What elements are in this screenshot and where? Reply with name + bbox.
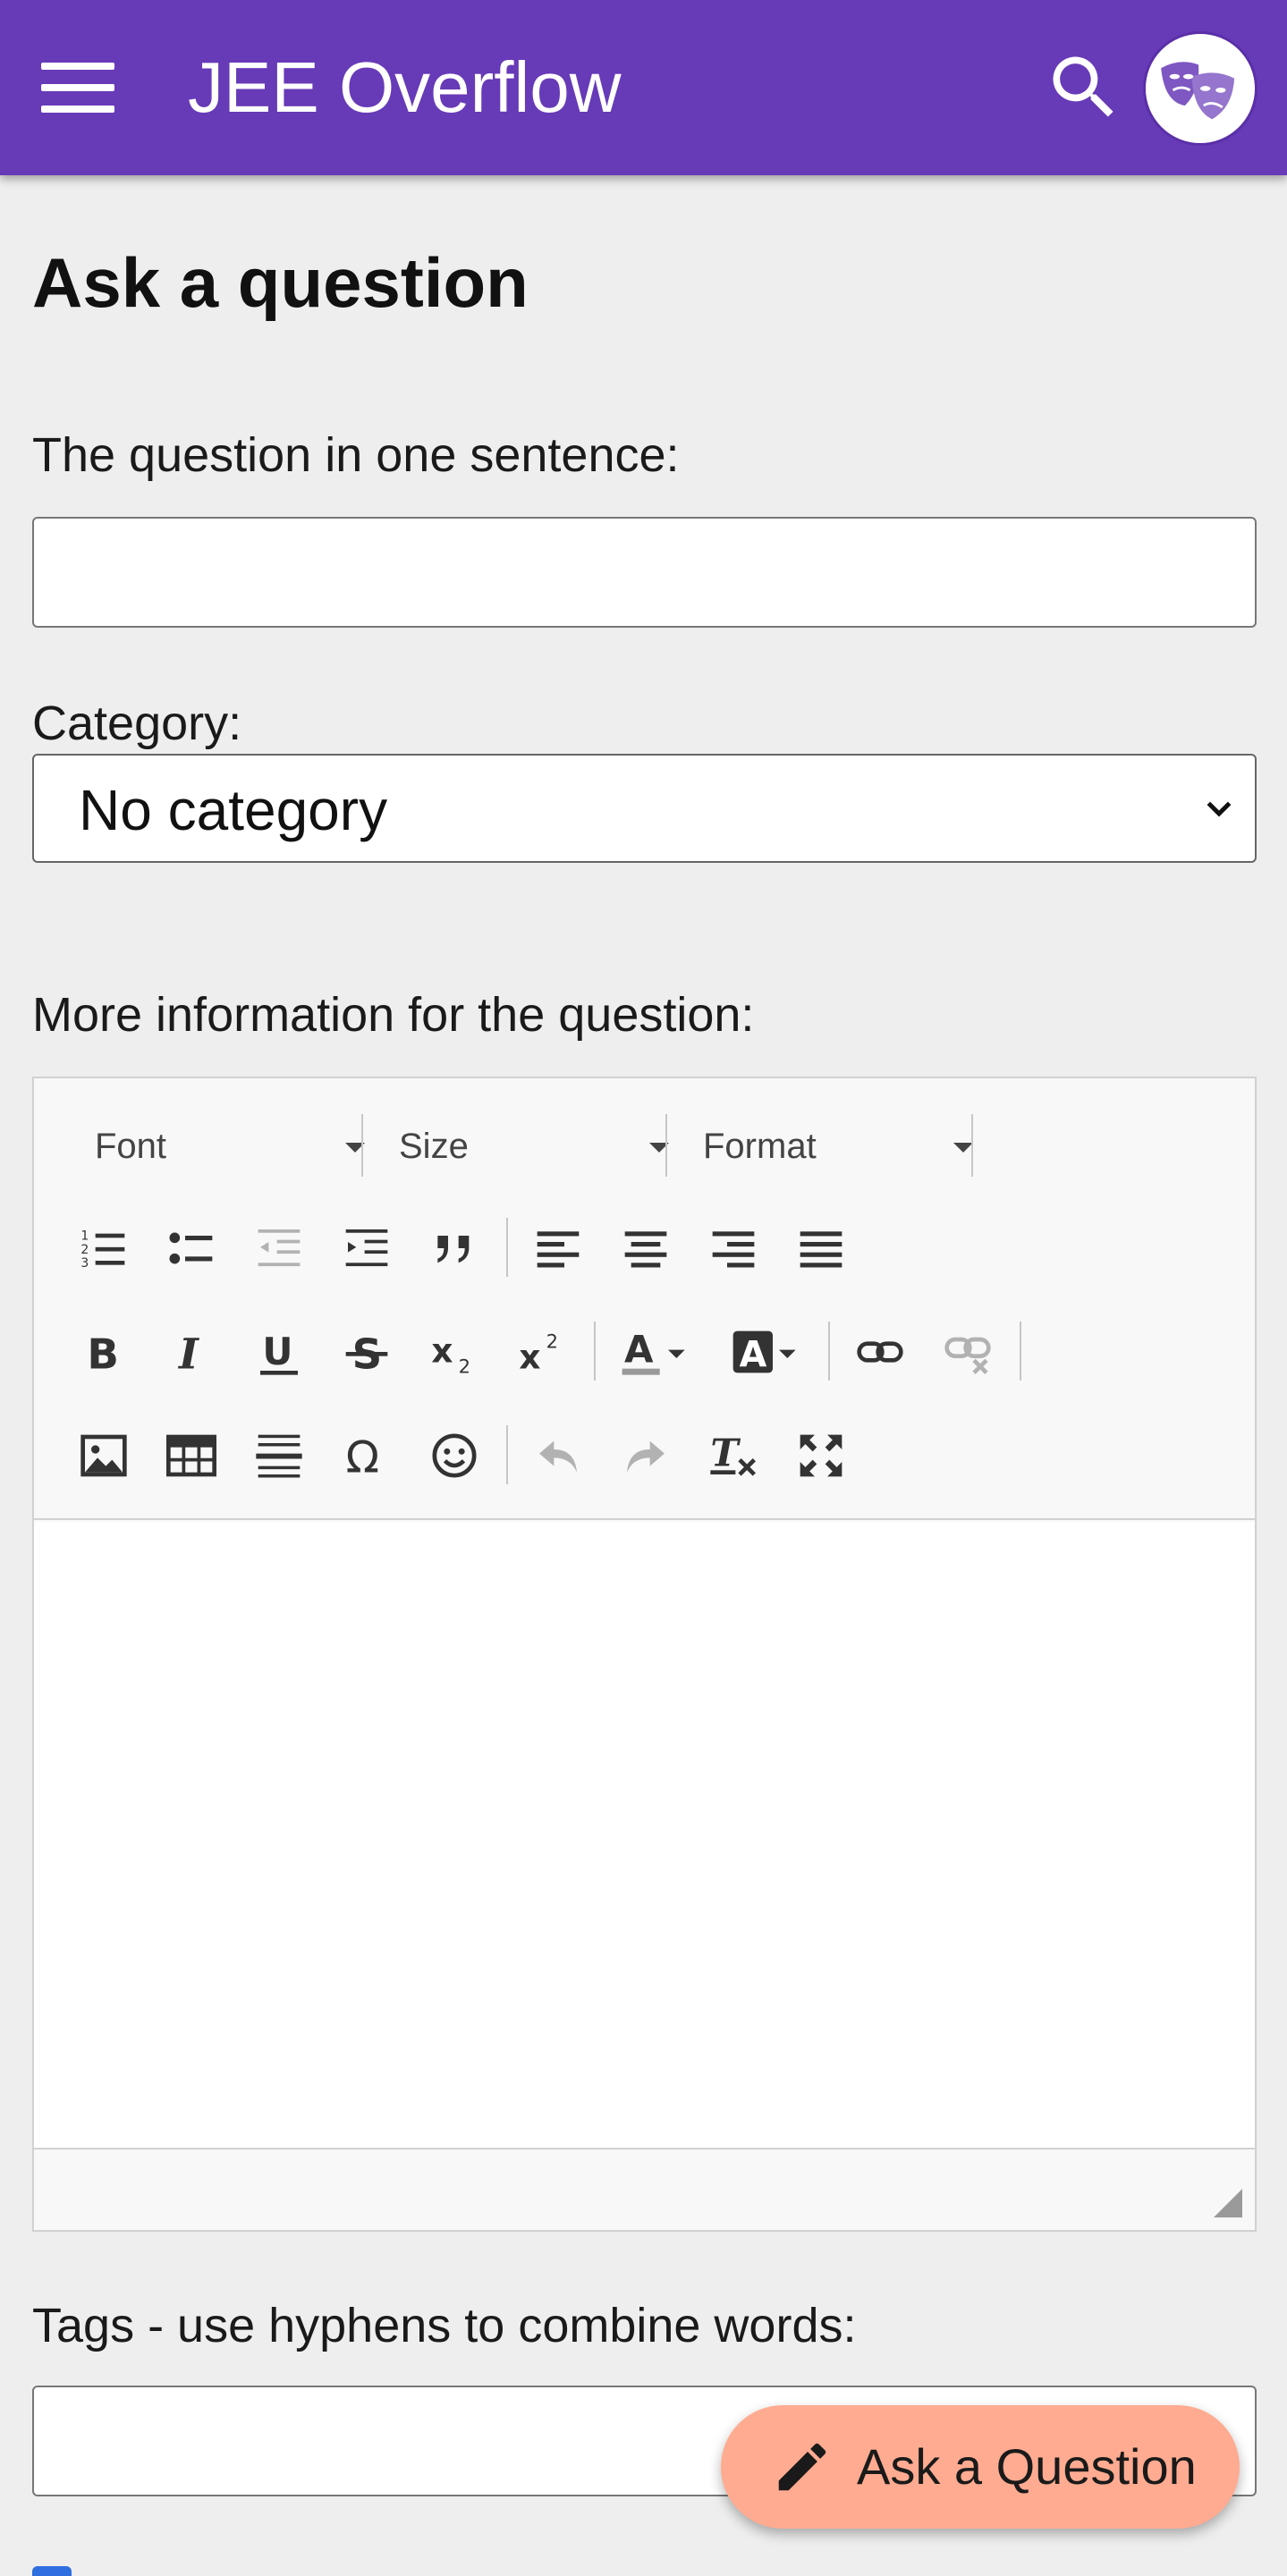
format-combo[interactable]: Format	[703, 1112, 973, 1180]
svg-text:I: I	[177, 1330, 200, 1377]
fab-label: Ask a Question	[857, 2438, 1197, 2495]
editor-content-area[interactable]	[34, 1522, 1255, 2148]
svg-text:1: 1	[80, 1229, 89, 1244]
subscript-icon[interactable]: x2	[419, 1316, 490, 1388]
svg-text:x: x	[519, 1338, 540, 1377]
toolbar-separator	[506, 1218, 508, 1277]
table-icon[interactable]	[156, 1420, 227, 1491]
category-select[interactable]: No category	[32, 754, 1257, 863]
editor-statusbar	[34, 2148, 1255, 2230]
background-color-icon[interactable]: A	[717, 1316, 816, 1388]
page-title: Ask a question	[32, 243, 529, 322]
horizontal-line-icon[interactable]	[243, 1420, 315, 1491]
svg-text:B: B	[87, 1331, 119, 1377]
category-label: Category:	[32, 697, 242, 750]
svg-text:2: 2	[459, 1356, 470, 1377]
underline-icon[interactable]: U	[243, 1316, 315, 1388]
justify-icon[interactable]	[785, 1212, 857, 1284]
svg-text:A: A	[624, 1328, 654, 1372]
link-icon[interactable]	[844, 1316, 916, 1388]
undo-icon[interactable]	[522, 1420, 594, 1491]
redo-icon[interactable]	[610, 1420, 682, 1491]
search-icon[interactable]	[1043, 46, 1125, 129]
svg-text:2: 2	[80, 1243, 89, 1257]
app-bar: JEE Overflow	[0, 0, 1287, 175]
svg-text:Ω: Ω	[346, 1432, 379, 1481]
size-combo[interactable]: Size	[399, 1112, 669, 1180]
bulleted-list-icon[interactable]	[156, 1212, 227, 1284]
avatar[interactable]	[1143, 31, 1257, 146]
tags-label: Tags - use hyphens to combine words:	[32, 2299, 857, 2352]
numbered-list-icon[interactable]: 123	[68, 1212, 140, 1284]
svg-text:A: A	[740, 1334, 767, 1375]
svg-text:3: 3	[80, 1256, 89, 1271]
toolbar-separator	[1020, 1322, 1021, 1381]
checkbox[interactable]	[32, 2566, 72, 2576]
align-left-icon[interactable]	[522, 1212, 594, 1284]
remove-format-icon[interactable]: T	[698, 1420, 769, 1491]
svg-text:T: T	[710, 1432, 741, 1475]
ask-question-fab[interactable]: Ask a Question	[721, 2405, 1240, 2529]
category-selected-value: No category	[79, 778, 388, 842]
special-character-icon[interactable]: Ω	[331, 1420, 402, 1491]
app-title[interactable]: JEE Overflow	[188, 45, 622, 131]
toolbar-separator	[971, 1114, 973, 1177]
toolbar-separator	[506, 1425, 508, 1484]
format-combo-label: Format	[703, 1127, 817, 1166]
maximize-icon[interactable]	[785, 1420, 857, 1491]
rich-text-editor: Font Size Format 123 B I U S x 2 x 2 A A…	[32, 1077, 1257, 2232]
question-input[interactable]	[32, 517, 1257, 628]
align-center-icon[interactable]	[610, 1212, 682, 1284]
menu-icon[interactable]	[41, 63, 114, 113]
superscript-icon[interactable]: x2	[506, 1316, 578, 1388]
bold-icon[interactable]: B	[68, 1316, 140, 1388]
blockquote-icon[interactable]	[419, 1212, 490, 1284]
svg-text:2: 2	[546, 1330, 558, 1352]
image-icon[interactable]	[68, 1420, 140, 1491]
svg-text:x: x	[431, 1331, 453, 1371]
svg-text:U: U	[262, 1330, 292, 1373]
more-info-label: More information for the question:	[32, 988, 755, 1042]
toolbar-separator	[665, 1114, 667, 1177]
caret-down-icon	[953, 1143, 973, 1153]
pencil-icon	[778, 2443, 826, 2491]
unlink-icon[interactable]	[932, 1316, 1003, 1388]
align-right-icon[interactable]	[698, 1212, 769, 1284]
question-label: The question in one sentence:	[32, 428, 680, 482]
size-combo-label: Size	[399, 1127, 469, 1166]
strikethrough-icon[interactable]: S	[331, 1316, 402, 1388]
font-combo-label: Font	[95, 1127, 167, 1166]
toolbar-separator	[828, 1322, 830, 1381]
text-color-icon[interactable]: A	[606, 1316, 705, 1388]
font-combo[interactable]: Font	[95, 1112, 365, 1180]
increase-indent-icon[interactable]	[331, 1212, 402, 1284]
editor-toolbar: Font Size Format 123 B I U S x 2 x 2 A A…	[34, 1078, 1255, 1520]
italic-icon[interactable]: I	[156, 1316, 227, 1388]
toolbar-separator	[361, 1114, 363, 1177]
chevron-down-icon	[1207, 801, 1232, 817]
toolbar-separator	[594, 1322, 596, 1381]
emoji-icon[interactable]	[419, 1420, 490, 1491]
resize-handle-icon[interactable]	[1214, 2189, 1242, 2217]
decrease-indent-icon[interactable]	[243, 1212, 315, 1284]
